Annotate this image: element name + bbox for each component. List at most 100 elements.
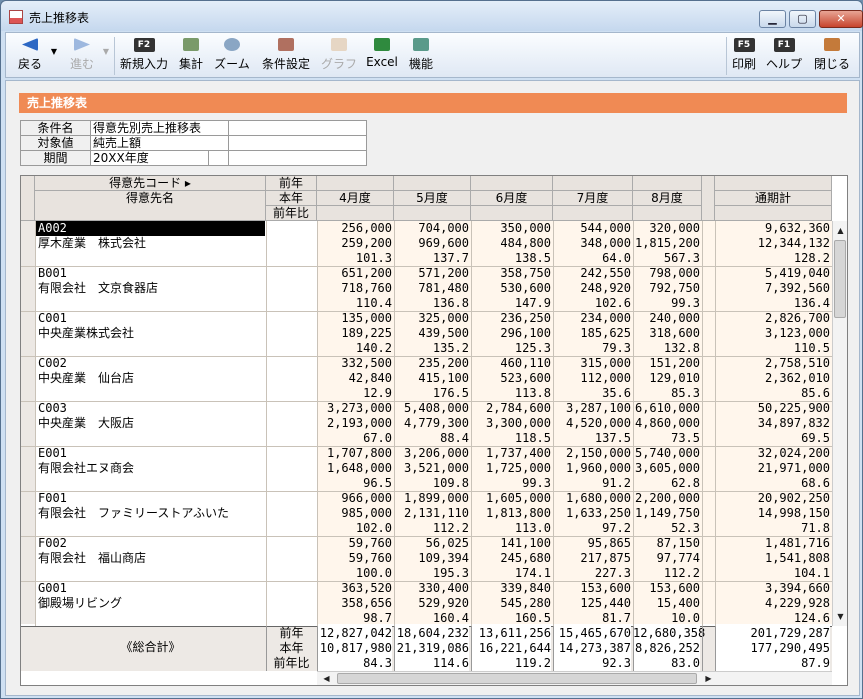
- value-cell[interactable]: 112,000: [553, 371, 631, 386]
- value-cell[interactable]: 5,419,040: [715, 266, 830, 281]
- value-cell[interactable]: 363,520: [317, 581, 392, 596]
- value-cell[interactable]: 140.2: [317, 341, 392, 356]
- value-cell[interactable]: 245,680: [471, 551, 551, 566]
- value-cell[interactable]: 10.0: [633, 611, 700, 626]
- value-cell[interactable]: 95,865: [553, 536, 631, 551]
- value-cell[interactable]: 136.8: [394, 296, 469, 311]
- value-cell[interactable]: 52.3: [633, 521, 700, 536]
- value-cell[interactable]: 81.7: [553, 611, 631, 626]
- value-cell[interactable]: 545,280: [471, 596, 551, 611]
- value-cell[interactable]: 2,131,110: [394, 506, 469, 521]
- value-cell[interactable]: 97,774: [633, 551, 700, 566]
- excel-button[interactable]: Excel: [362, 36, 402, 76]
- value-cell[interactable]: 315,000: [553, 356, 631, 371]
- value-cell[interactable]: 71.8: [715, 521, 830, 536]
- value-cell[interactable]: 1,813,800: [471, 506, 551, 521]
- value-cell[interactable]: 34,897,832: [715, 416, 830, 431]
- value-cell[interactable]: 153,600: [633, 581, 700, 596]
- customer-name[interactable]: 御殿場リビング: [36, 596, 276, 611]
- forward-button[interactable]: 進む: [62, 36, 102, 76]
- scroll-right-icon[interactable]: ▶: [701, 671, 716, 685]
- value-cell[interactable]: 99.3: [471, 476, 551, 491]
- customer-code[interactable]: A002: [36, 221, 265, 236]
- value-cell[interactable]: 350,000: [471, 221, 551, 236]
- value-cell[interactable]: 320,000: [633, 221, 700, 236]
- value-cell[interactable]: 100.0: [317, 566, 392, 581]
- value-cell[interactable]: 1,149,750: [633, 506, 700, 521]
- value-cell[interactable]: 112.2: [633, 566, 700, 581]
- value-cell[interactable]: 128.2: [715, 251, 830, 266]
- value-cell[interactable]: 2,784,600: [471, 401, 551, 416]
- value-cell[interactable]: 85.6: [715, 386, 830, 401]
- total-value-cell[interactable]: 16,221,644: [471, 641, 551, 656]
- value-cell[interactable]: 781,480: [394, 281, 469, 296]
- value-cell[interactable]: 2,758,510: [715, 356, 830, 371]
- total-value-cell[interactable]: 83.0: [633, 656, 700, 671]
- value-cell[interactable]: 138.5: [471, 251, 551, 266]
- value-cell[interactable]: 195.3: [394, 566, 469, 581]
- value-cell[interactable]: 113.0: [471, 521, 551, 536]
- customer-name[interactable]: 中央産業 大阪店: [36, 416, 276, 431]
- sales-grid[interactable]: 得意先コード ▸ 得意先名 前年 本年 前年比 4月度 5月度 6月度 7月度 8月度 通期計 A00…: [20, 175, 848, 686]
- value-cell[interactable]: 50,225,900: [715, 401, 830, 416]
- value-cell[interactable]: 3,300,000: [471, 416, 551, 431]
- total-value-cell[interactable]: 177,290,495: [715, 641, 830, 656]
- horizontal-scroll-thumb[interactable]: [337, 673, 697, 684]
- value-cell[interactable]: 59,760: [317, 551, 392, 566]
- customer-code[interactable]: C001: [36, 311, 265, 326]
- value-cell[interactable]: 9,632,360: [715, 221, 830, 236]
- customer-code[interactable]: F001: [36, 491, 265, 506]
- value-cell[interactable]: 189,225: [317, 326, 392, 341]
- value-cell[interactable]: 5,408,000: [394, 401, 469, 416]
- customer-name[interactable]: 厚木産業 株式会社: [36, 236, 276, 251]
- value-cell[interactable]: 798,000: [633, 266, 700, 281]
- value-cell[interactable]: 135,000: [317, 311, 392, 326]
- function-button[interactable]: 機能: [404, 36, 438, 76]
- customer-code[interactable]: F002: [36, 536, 265, 551]
- value-cell[interactable]: 141,100: [471, 536, 551, 551]
- value-cell[interactable]: 160.4: [394, 611, 469, 626]
- value-cell[interactable]: 3,287,100: [553, 401, 631, 416]
- customer-code[interactable]: B001: [36, 266, 265, 281]
- value-cell[interactable]: 227.3: [553, 566, 631, 581]
- value-cell[interactable]: 124.6: [715, 611, 830, 626]
- value-cell[interactable]: 2,200,000: [633, 491, 700, 506]
- total-value-cell[interactable]: 92.3: [553, 656, 631, 671]
- graph-button[interactable]: グラフ: [318, 36, 360, 76]
- value-cell[interactable]: 460,110: [471, 356, 551, 371]
- value-cell[interactable]: 6,610,000: [633, 401, 700, 416]
- value-cell[interactable]: 2,150,000: [553, 446, 631, 461]
- value-cell[interactable]: 1,633,250: [553, 506, 631, 521]
- value-cell[interactable]: 96.5: [317, 476, 392, 491]
- total-value-cell[interactable]: 21,319,086: [394, 641, 469, 656]
- value-cell[interactable]: 332,500: [317, 356, 392, 371]
- zoom-button[interactable]: ズーム: [210, 36, 254, 76]
- value-cell[interactable]: 1,541,808: [715, 551, 830, 566]
- total-value-cell[interactable]: 119.2: [471, 656, 551, 671]
- close-button[interactable]: 閉じる: [810, 36, 854, 76]
- value-cell[interactable]: 125,440: [553, 596, 631, 611]
- value-cell[interactable]: 79.3: [553, 341, 631, 356]
- value-cell[interactable]: 544,000: [553, 221, 631, 236]
- value-cell[interactable]: 2,826,700: [715, 311, 830, 326]
- value-cell[interactable]: 1,815,200: [633, 236, 700, 251]
- value-cell[interactable]: 4,229,928: [715, 596, 830, 611]
- value-cell[interactable]: 85.3: [633, 386, 700, 401]
- value-cell[interactable]: 20,902,250: [715, 491, 830, 506]
- value-cell[interactable]: 318,600: [633, 326, 700, 341]
- title-bar[interactable]: 売上推移表 ▁ ▢ ✕: [1, 1, 863, 31]
- back-button[interactable]: 戻る: [10, 36, 50, 76]
- value-cell[interactable]: 242,550: [553, 266, 631, 281]
- value-cell[interactable]: 104.1: [715, 566, 830, 581]
- value-cell[interactable]: 969,600: [394, 236, 469, 251]
- value-cell[interactable]: 185,625: [553, 326, 631, 341]
- value-cell[interactable]: 101.3: [317, 251, 392, 266]
- value-cell[interactable]: 12,344,132: [715, 236, 830, 251]
- value-cell[interactable]: 325,000: [394, 311, 469, 326]
- scroll-left-icon[interactable]: ◀: [319, 671, 334, 685]
- value-cell[interactable]: 132.8: [633, 341, 700, 356]
- vertical-scroll-thumb[interactable]: [834, 240, 846, 318]
- value-cell[interactable]: 118.5: [471, 431, 551, 446]
- value-cell[interactable]: 135.2: [394, 341, 469, 356]
- value-cell[interactable]: 348,000: [553, 236, 631, 251]
